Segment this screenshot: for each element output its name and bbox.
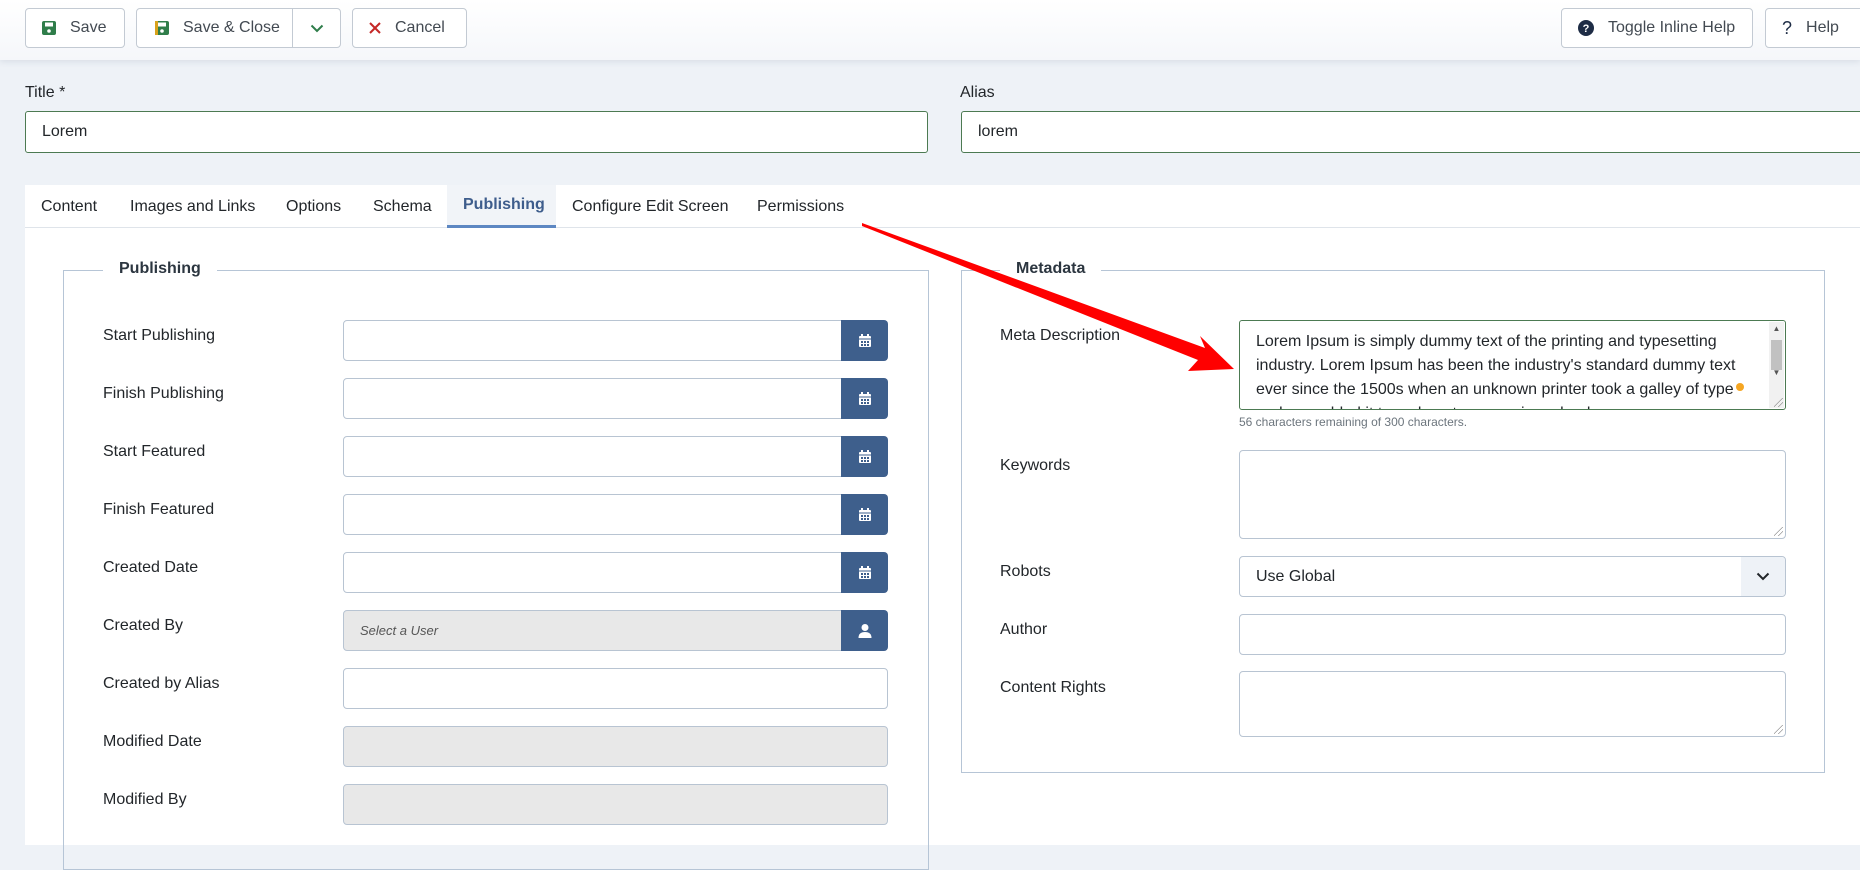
created-by-alias-label: Created by Alias: [103, 675, 220, 692]
robots-select[interactable]: Use Global: [1239, 556, 1786, 597]
start-featured-input[interactable]: [343, 436, 843, 477]
start-publishing-calendar-button[interactable]: [841, 320, 888, 361]
close-icon: [369, 22, 381, 34]
resize-grip-icon[interactable]: [1774, 725, 1783, 734]
modified-date-input: [343, 726, 888, 767]
content-rights-label: Content Rights: [1000, 679, 1106, 696]
author-input[interactable]: [1239, 614, 1786, 655]
created-by-input[interactable]: Select a User: [343, 610, 843, 651]
finish-featured-label: Finish Featured: [103, 501, 215, 518]
grammar-indicator-dot[interactable]: [1736, 383, 1744, 391]
metadata-legend: Metadata: [1000, 260, 1102, 278]
tab-configure-edit-screen[interactable]: Configure Edit Screen: [556, 185, 745, 228]
meta-description-line: Lorem Ipsum is simply dummy text of the …: [1256, 333, 1717, 350]
calendar-icon: [858, 565, 872, 580]
cancel-button[interactable]: Cancel: [352, 8, 467, 48]
textarea-scrollbar[interactable]: ▲ ▼: [1769, 322, 1784, 408]
user-icon: [857, 623, 873, 639]
title-input[interactable]: Lorem: [25, 111, 928, 153]
created-by-select-user-button[interactable]: [841, 610, 888, 651]
question-icon: ?: [1782, 17, 1793, 38]
toggle-inline-help-label: Toggle Inline Help: [1608, 19, 1736, 36]
meta-description-label: Meta Description: [1000, 327, 1121, 344]
chevron-down-icon: [1741, 557, 1785, 596]
meta-description-line: industry. Lorem Ipsum has been the indus…: [1256, 357, 1736, 374]
finish-publishing-calendar-button[interactable]: [841, 378, 888, 419]
modified-by-input: [343, 784, 888, 825]
tab-bar: Content Images and Links Options Schema …: [25, 185, 1860, 228]
author-label: Author: [1000, 621, 1048, 638]
publishing-legend: Publishing: [103, 260, 217, 278]
tab-options[interactable]: Options: [270, 185, 357, 228]
modified-date-label: Modified Date: [103, 733, 202, 750]
meta-description-text: Lorem Ipsum is simply dummy text of the …: [1256, 330, 1756, 409]
save-options-dropdown-button[interactable]: [293, 9, 341, 47]
content-rights-textarea[interactable]: [1239, 671, 1786, 737]
cancel-label: Cancel: [395, 19, 445, 36]
calendar-icon: [858, 391, 872, 406]
finish-featured-calendar-button[interactable]: [841, 494, 888, 535]
question-circle-icon: ?: [1578, 20, 1594, 36]
tab-permissions[interactable]: Permissions: [741, 185, 860, 228]
start-featured-label: Start Featured: [103, 443, 206, 460]
created-date-calendar-button[interactable]: [841, 552, 888, 593]
finish-featured-input[interactable]: [343, 494, 843, 535]
toolbar: Save Save & Close Cancel ? Toggle Inline…: [0, 0, 1860, 60]
created-date-input[interactable]: [343, 552, 843, 593]
start-featured-calendar-button[interactable]: [841, 436, 888, 477]
meta-description-line: ever since the 1500s when an unknown pri…: [1256, 381, 1734, 398]
help-button[interactable]: ? Help: [1765, 8, 1860, 48]
calendar-icon: [858, 333, 872, 348]
save-icon: [155, 21, 169, 35]
modified-by-label: Modified By: [103, 791, 187, 808]
tab-publishing[interactable]: Publishing: [447, 185, 556, 228]
scroll-down-arrow-icon[interactable]: ▼: [1769, 366, 1784, 380]
tab-content[interactable]: Content: [25, 185, 113, 228]
title-label: Title *: [25, 84, 66, 101]
scroll-up-arrow-icon[interactable]: ▲: [1769, 322, 1784, 336]
help-label: Help: [1806, 19, 1839, 36]
toggle-inline-help-button[interactable]: ? Toggle Inline Help: [1561, 8, 1753, 48]
save-close-label: Save & Close: [183, 19, 280, 36]
resize-grip-icon[interactable]: [1774, 527, 1783, 536]
save-icon: [42, 21, 56, 35]
created-by-label: Created By: [103, 617, 184, 634]
meta-description-line: and scrambled it to make a type specimen…: [1256, 402, 1756, 409]
select-user-placeholder: Select a User: [360, 623, 439, 638]
resize-grip-icon[interactable]: [1774, 398, 1783, 407]
finish-publishing-label: Finish Publishing: [103, 385, 224, 402]
save-button[interactable]: Save: [25, 8, 125, 48]
char-count-text: 56 characters remaining of 300 character…: [1239, 415, 1468, 429]
meta-description-textarea[interactable]: Lorem Ipsum is simply dummy text of the …: [1239, 320, 1786, 410]
robots-label: Robots: [1000, 563, 1051, 580]
calendar-icon: [858, 449, 872, 464]
robots-selected-value: Use Global: [1256, 567, 1336, 585]
tab-schema[interactable]: Schema: [357, 185, 448, 228]
finish-publishing-input[interactable]: [343, 378, 843, 419]
save-close-button[interactable]: Save & Close: [137, 9, 292, 47]
chevron-down-icon: [310, 24, 324, 32]
alias-input[interactable]: lorem: [961, 111, 1860, 153]
start-publishing-input[interactable]: [343, 320, 843, 361]
keywords-textarea[interactable]: [1239, 450, 1786, 539]
alias-label: Alias: [960, 84, 995, 101]
svg-text:?: ?: [1583, 23, 1590, 35]
created-date-label: Created Date: [103, 559, 199, 576]
save-close-split-button: Save & Close: [136, 8, 341, 48]
tab-images-and-links[interactable]: Images and Links: [114, 185, 271, 228]
start-publishing-label: Start Publishing: [103, 327, 216, 344]
created-by-alias-input[interactable]: [343, 668, 888, 709]
keywords-label: Keywords: [1000, 457, 1071, 474]
calendar-icon: [858, 507, 872, 522]
save-label: Save: [70, 19, 107, 36]
